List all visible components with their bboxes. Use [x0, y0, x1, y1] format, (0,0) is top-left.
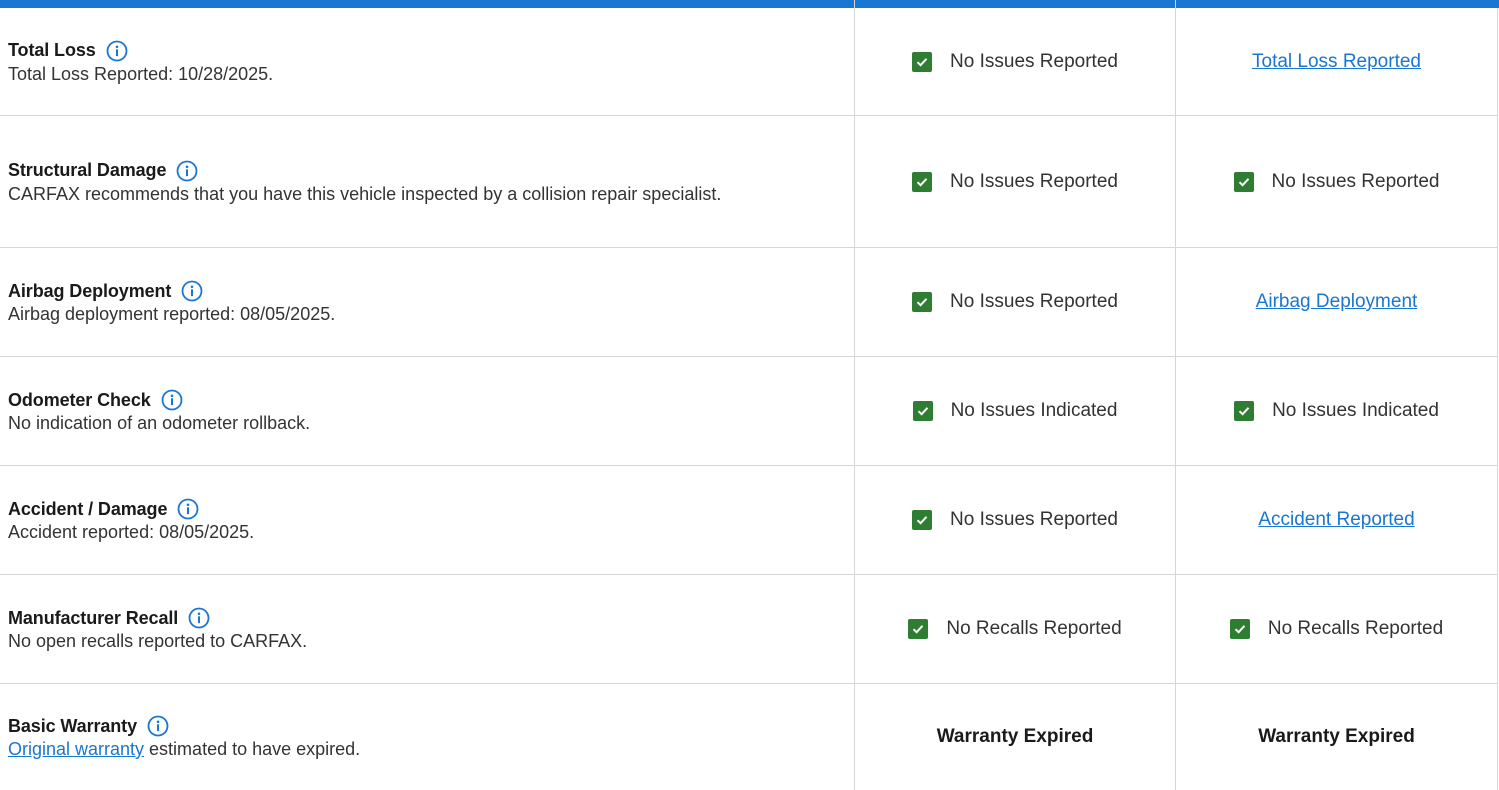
- status-cell: No Issues Reported: [855, 248, 1176, 356]
- status-cell: No Recalls Reported: [855, 575, 1176, 683]
- row-title: Accident / Damage: [8, 498, 168, 519]
- row-label-cell: Structural Damage CARFAX recommends that…: [0, 116, 855, 247]
- row-title: Manufacturer Recall: [8, 607, 179, 628]
- row-label-cell: Total Loss Total Loss Reported: 10/28/20…: [0, 8, 855, 115]
- row-description: No indication of an odometer rollback.: [8, 413, 311, 433]
- row-description: Airbag deployment reported: 08/05/2025.: [8, 304, 336, 324]
- status: No Issues Indicated: [1234, 400, 1439, 422]
- row-description: CARFAX recommends that you have this veh…: [8, 183, 722, 204]
- info-icon[interactable]: [176, 160, 198, 182]
- info-icon[interactable]: [147, 715, 169, 737]
- status-cell: No Issues Reported: [1176, 116, 1497, 247]
- status: No Recalls Reported: [908, 618, 1122, 640]
- row-title: Total Loss: [8, 40, 96, 60]
- accident-reported-link[interactable]: Accident Reported: [1258, 509, 1414, 531]
- status-cell: Accident Reported: [1176, 466, 1497, 574]
- row-label-cell: Airbag Deployment Airbag deployment repo…: [0, 248, 855, 356]
- status-text: No Issues Indicated: [1272, 400, 1439, 421]
- status: No Issues Indicated: [912, 400, 1118, 422]
- row-description: Accident reported: 08/05/2025.: [8, 522, 255, 542]
- status-cell: Warranty Expired: [855, 684, 1176, 790]
- warranty-status: Warranty Expired: [936, 726, 1094, 747]
- checkmark-icon: [908, 619, 929, 639]
- status: No Issues Reported: [1233, 170, 1440, 193]
- table-row-basic-warranty: Basic Warranty Original warranty estimat…: [0, 684, 1497, 790]
- row-title: Odometer Check: [8, 389, 151, 410]
- checkmark-icon: [912, 292, 933, 312]
- column-divider: [854, 0, 855, 8]
- status-text: No Issues Reported: [950, 509, 1118, 530]
- status-cell: Total Loss Reported: [1176, 8, 1497, 115]
- status-text: No Issues Reported: [950, 170, 1118, 192]
- status-text: No Issues Reported: [950, 50, 1118, 72]
- status-text: No Issues Indicated: [950, 400, 1118, 421]
- status: No Recalls Reported: [1229, 618, 1444, 640]
- status-cell: No Recalls Reported: [1176, 575, 1497, 683]
- status-cell: No Issues Indicated: [1176, 357, 1497, 465]
- checkmark-icon: [912, 171, 933, 192]
- status-text: No Recalls Reported: [1267, 618, 1444, 639]
- status-cell: No Issues Reported: [855, 116, 1176, 247]
- status-text: No Recalls Reported: [946, 618, 1122, 639]
- status-text: No Issues Reported: [950, 291, 1118, 312]
- status-cell: No Issues Indicated: [855, 357, 1176, 465]
- row-title: Basic Warranty: [8, 715, 137, 736]
- row-label-cell: Odometer Check No indication of an odome…: [0, 357, 855, 465]
- row-description: Total Loss Reported: 10/28/2025.: [8, 63, 274, 84]
- airbag-deployment-link[interactable]: Airbag Deployment: [1256, 291, 1418, 313]
- status: No Issues Reported: [912, 171, 1118, 193]
- info-icon[interactable]: [106, 40, 128, 62]
- table-row-accident-damage: Accident / Damage Accident reported: 08/…: [0, 466, 1497, 575]
- total-loss-reported-link[interactable]: Total Loss Reported: [1252, 51, 1421, 73]
- row-description: Original warranty estimated to have expi…: [8, 740, 854, 759]
- row-title: Structural Damage: [8, 160, 167, 180]
- original-warranty-link[interactable]: Original warranty: [8, 739, 144, 759]
- status-cell: No Issues Reported: [855, 8, 1176, 115]
- checkmark-icon: [1234, 401, 1255, 421]
- info-icon[interactable]: [177, 498, 199, 520]
- status: No Issues Reported: [912, 509, 1118, 531]
- info-icon[interactable]: [188, 607, 210, 629]
- table-row-structural-damage: Structural Damage CARFAX recommends that…: [0, 116, 1497, 248]
- row-title: Airbag Deployment: [8, 280, 172, 301]
- status-cell: Airbag Deployment: [1176, 248, 1497, 356]
- table-row-odometer-check: Odometer Check No indication of an odome…: [0, 357, 1497, 466]
- row-label-cell: Basic Warranty Original warranty estimat…: [0, 684, 855, 790]
- status: No Issues Reported: [912, 291, 1118, 313]
- row-description: No open recalls reported to CARFAX.: [8, 631, 308, 651]
- status: No Issues Reported: [912, 51, 1118, 73]
- header-accent-bar: [0, 0, 1499, 8]
- status-cell: Warranty Expired: [1176, 684, 1497, 790]
- checkmark-icon: [912, 510, 933, 530]
- status-cell: No Issues Reported: [855, 466, 1176, 574]
- status-text: No Issues Reported: [1271, 170, 1440, 192]
- table-row-airbag-deployment: Airbag Deployment Airbag deployment repo…: [0, 248, 1497, 357]
- checkmark-icon: [912, 51, 933, 72]
- row-label-cell: Accident / Damage Accident reported: 08/…: [0, 466, 855, 574]
- info-icon[interactable]: [181, 280, 203, 302]
- table-row-manufacturer-recall: Manufacturer Recall No open recalls repo…: [0, 575, 1497, 684]
- info-icon[interactable]: [161, 389, 183, 411]
- row-description-text: estimated to have expired.: [144, 739, 361, 759]
- column-divider: [1175, 0, 1176, 8]
- checkmark-icon: [1229, 619, 1250, 639]
- warranty-status: Warranty Expired: [1258, 726, 1415, 747]
- checkmark-icon: [912, 401, 933, 421]
- checkmark-icon: [1233, 171, 1254, 192]
- table-row-total-loss: Total Loss Total Loss Reported: 10/28/20…: [0, 8, 1497, 116]
- row-label-cell: Manufacturer Recall No open recalls repo…: [0, 575, 855, 683]
- history-summary-table: Total Loss Total Loss Reported: 10/28/20…: [0, 8, 1498, 790]
